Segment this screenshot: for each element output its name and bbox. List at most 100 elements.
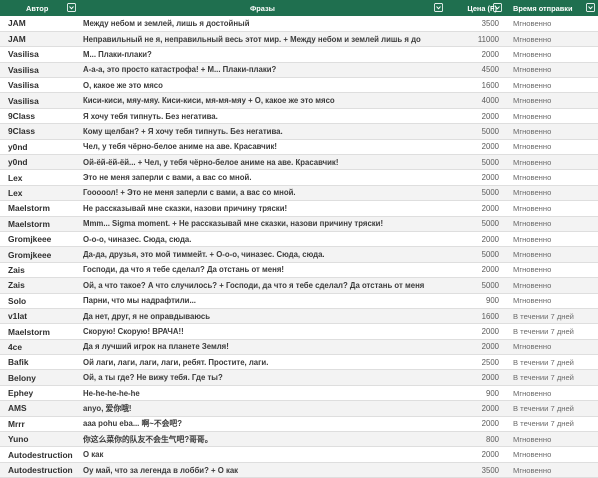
- phrase-cell[interactable]: 你这么菜你的队友不会生气吧?哥哥。: [79, 431, 446, 448]
- column-header-author[interactable]: Автор: [0, 0, 79, 16]
- time-cell[interactable]: Мгновенно: [505, 77, 598, 94]
- author-cell[interactable]: v1lat: [0, 308, 79, 325]
- time-cell[interactable]: Мгновенно: [505, 431, 598, 448]
- table-row[interactable]: 9Class Я хочу тебя типнуть. Без негатива.…: [0, 108, 598, 125]
- table-row[interactable]: Maelstorm Не рассказывай мне сказки, назо…: [0, 200, 598, 217]
- phrase-cell[interactable]: Да я лучший игрок на планете Земля!: [79, 339, 446, 356]
- author-cell[interactable]: 9Class: [0, 123, 79, 140]
- phrase-cell[interactable]: He-he-he-he-he: [79, 385, 446, 402]
- time-cell[interactable]: В течении 7 дней: [505, 323, 598, 340]
- phrase-cell[interactable]: anyo, 爱你哦!: [79, 400, 446, 417]
- author-cell[interactable]: y0nd: [0, 154, 79, 171]
- phrase-cell[interactable]: aaa pohu eba... 啊~不会吧?: [79, 416, 446, 433]
- time-cell[interactable]: Мгновенно: [505, 277, 598, 294]
- author-cell[interactable]: JAM: [0, 16, 79, 32]
- price-cell[interactable]: 2000: [446, 446, 505, 463]
- price-cell[interactable]: 5000: [446, 154, 505, 171]
- author-cell[interactable]: y0nd: [0, 139, 79, 156]
- author-cell[interactable]: Maelstorm: [0, 216, 79, 232]
- table-row[interactable]: Gromjkeee Да-да, друзья, это мой тиммейт.…: [0, 246, 598, 263]
- phrase-cell[interactable]: М... Плаки-плаки?: [79, 46, 446, 63]
- phrase-cell[interactable]: Я хочу тебя типнуть. Без негатива.: [79, 108, 446, 125]
- column-header-time[interactable]: Время отправки: [505, 0, 598, 16]
- price-cell[interactable]: 2500: [446, 354, 505, 371]
- price-cell[interactable]: 800: [446, 431, 505, 448]
- price-cell[interactable]: 4000: [446, 92, 505, 109]
- price-cell[interactable]: 5000: [446, 216, 505, 232]
- table-row[interactable]: JAM Неправильный не я, неправильный весь …: [0, 31, 598, 48]
- author-cell[interactable]: Vasilisa: [0, 92, 79, 109]
- author-cell[interactable]: Vasilisa: [0, 46, 79, 63]
- phrase-cell[interactable]: Гооооол! + Это не меня заперли с вами, а…: [79, 185, 446, 202]
- author-cell[interactable]: Lex: [0, 169, 79, 186]
- price-cell[interactable]: 4500: [446, 62, 505, 79]
- time-cell[interactable]: Мгновенно: [505, 108, 598, 125]
- time-cell[interactable]: В течении 7 дней: [505, 369, 598, 386]
- price-cell[interactable]: 2000: [446, 262, 505, 279]
- chevron-down-icon[interactable]: [586, 3, 595, 12]
- table-row[interactable]: Gromjkeee О-о-о, чиназес. Сюда, сюда. 2000…: [0, 231, 598, 248]
- price-cell[interactable]: 3500: [446, 462, 505, 478]
- price-cell[interactable]: 1600: [446, 308, 505, 325]
- author-cell[interactable]: Yuno: [0, 431, 79, 448]
- author-cell[interactable]: Bafik: [0, 354, 79, 371]
- phrase-cell[interactable]: Ой, а что такое? А что случилось? + Госп…: [79, 277, 446, 294]
- table-row[interactable]: Maelstorm Mmm... Sigma moment. + Не расск…: [0, 216, 598, 232]
- author-cell[interactable]: JAM: [0, 31, 79, 48]
- price-cell[interactable]: 5000: [446, 277, 505, 294]
- author-cell[interactable]: Vasilisa: [0, 62, 79, 79]
- table-row[interactable]: Vasilisa А-а-а, это просто катастрофа! + …: [0, 62, 598, 79]
- price-cell[interactable]: 2000: [446, 400, 505, 417]
- table-row[interactable]: Mrrr aaa pohu eba... 啊~不会吧? 2000 В течении …: [0, 416, 598, 433]
- price-cell[interactable]: 5000: [446, 185, 505, 202]
- author-cell[interactable]: Zais: [0, 262, 79, 279]
- phrase-cell[interactable]: Оу май, что за легенда в лобби? + О как: [79, 462, 446, 478]
- author-cell[interactable]: Vasilisa: [0, 77, 79, 94]
- time-cell[interactable]: Мгновенно: [505, 200, 598, 217]
- time-cell[interactable]: Мгновенно: [505, 231, 598, 248]
- price-cell[interactable]: 2000: [446, 46, 505, 63]
- phrase-cell[interactable]: Между небом и землей, лишь я достойный: [79, 16, 446, 32]
- column-header-price[interactable]: Цена (F): [446, 0, 505, 16]
- table-row[interactable]: Solo Парни, что мы надрафтили... 900 Мгнове…: [0, 293, 598, 309]
- author-cell[interactable]: Maelstorm: [0, 323, 79, 340]
- time-cell[interactable]: Мгновенно: [505, 246, 598, 263]
- phrase-cell[interactable]: А-а-а, это просто катастрофа! + М... Пла…: [79, 62, 446, 79]
- table-row[interactable]: v1lat Да нет, друг, я не оправдываюсь 1600…: [0, 308, 598, 325]
- price-cell[interactable]: 5000: [446, 123, 505, 140]
- time-cell[interactable]: Мгновенно: [505, 62, 598, 79]
- price-cell[interactable]: 2000: [446, 323, 505, 340]
- price-cell[interactable]: 2000: [446, 369, 505, 386]
- table-row[interactable]: Vasilisa М... Плаки-плаки? 2000 Мгновенно: [0, 46, 598, 63]
- table-row[interactable]: 9Class Кому щелбан? + Я хочу тебя типнуть…: [0, 123, 598, 140]
- price-cell[interactable]: 2000: [446, 108, 505, 125]
- time-cell[interactable]: Мгновенно: [505, 385, 598, 402]
- phrase-cell[interactable]: Да-да, друзья, это мой тиммейт. + О-о-о,…: [79, 246, 446, 263]
- table-row[interactable]: Yuno 你这么菜你的队友不会生气吧?哥哥。 800 Мгновенно: [0, 431, 598, 448]
- price-cell[interactable]: 2000: [446, 416, 505, 433]
- author-cell[interactable]: Autodestruction: [0, 446, 79, 463]
- phrase-cell[interactable]: Кому щелбан? + Я хочу тебя типнуть. Без …: [79, 123, 446, 140]
- time-cell[interactable]: Мгновенно: [505, 262, 598, 279]
- price-cell[interactable]: 5000: [446, 246, 505, 263]
- phrase-cell[interactable]: О как: [79, 446, 446, 463]
- time-cell[interactable]: Мгновенно: [505, 16, 598, 32]
- table-row[interactable]: AMS anyo, 爱你哦! 2000 В течении 7 дней: [0, 400, 598, 417]
- phrase-cell[interactable]: Чел, у тебя чёрно-белое аниме на аве. Кр…: [79, 139, 446, 156]
- phrase-cell[interactable]: О, какое же это мясо: [79, 77, 446, 94]
- time-cell[interactable]: Мгновенно: [505, 123, 598, 140]
- phrase-cell[interactable]: Да нет, друг, я не оправдываюсь: [79, 308, 446, 325]
- author-cell[interactable]: 9Class: [0, 108, 79, 125]
- author-cell[interactable]: 4ce: [0, 339, 79, 356]
- phrase-cell[interactable]: Ой лаги, лаги, лаги, лаги, ребят. Прости…: [79, 354, 446, 371]
- author-cell[interactable]: AMS: [0, 400, 79, 417]
- table-row[interactable]: Zais Господи, да что я тебе сделал? Да от…: [0, 262, 598, 279]
- table-row[interactable]: Zais Ой, а что такое? А что случилось? + …: [0, 277, 598, 294]
- time-cell[interactable]: Мгновенно: [505, 31, 598, 48]
- price-cell[interactable]: 2000: [446, 339, 505, 356]
- author-cell[interactable]: Belony: [0, 369, 79, 386]
- time-cell[interactable]: Мгновенно: [505, 154, 598, 171]
- phrase-cell[interactable]: Неправильный не я, неправильный весь это…: [79, 31, 446, 48]
- time-cell[interactable]: В течении 7 дней: [505, 308, 598, 325]
- time-cell[interactable]: Мгновенно: [505, 92, 598, 109]
